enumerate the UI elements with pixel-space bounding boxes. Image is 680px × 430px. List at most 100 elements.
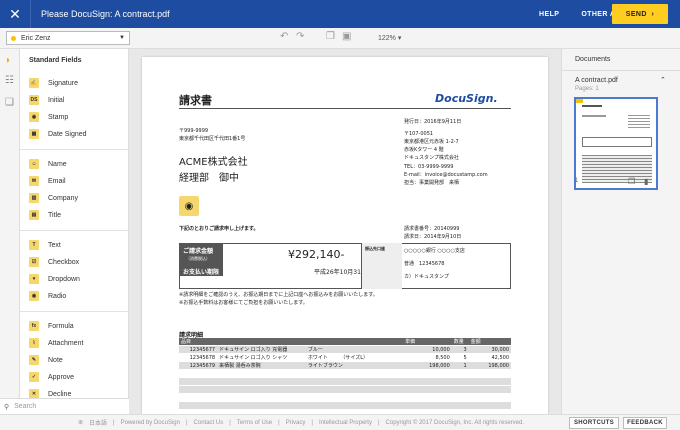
issue-date: 発行日：2016年9月11日: [404, 119, 462, 125]
table-header: 品目 単価 数量 金額: [179, 338, 511, 346]
field-date-signed[interactable]: ▦ Date Signed: [29, 127, 87, 141]
invoice-items-table: 品目 単価 数量 金額 12345677 ドキュサイン ロゴ入り 充電器 ブルー 10…: [179, 338, 511, 410]
field-radio[interactable]: ◉ Radio: [29, 289, 66, 303]
formula-icon: fx: [29, 321, 39, 331]
table-row: [179, 385, 511, 394]
fields-tool-icon[interactable]: ◗: [5, 55, 11, 66]
top-bar: ✕ Please DocuSign: A contract.pdf HELP O…: [0, 0, 680, 28]
feedback-button[interactable]: FEEDBACK: [623, 417, 667, 429]
privacy-link[interactable]: Privacy: [286, 420, 306, 426]
note-2: ※お振込手数料はお客様にてご負担をお願いいたします。: [179, 300, 308, 306]
sender-address2: 赤坂Kタワー 4 階: [404, 147, 444, 153]
field-text[interactable]: T Text: [29, 238, 61, 252]
table-row: [179, 401, 511, 410]
radio-icon: ◉: [29, 291, 39, 301]
sender-address1: 東京都港区元赤坂 1-2-7: [404, 139, 459, 145]
field-company[interactable]: ▥ Company: [29, 191, 78, 205]
recipient-select[interactable]: Eric Zenz ▼: [6, 31, 130, 45]
ip-link[interactable]: Intellectual Property: [319, 420, 372, 426]
table-row: [179, 377, 511, 386]
footer: ⊕ 日本語 | Powered by DocuSign | Contact Us…: [0, 414, 680, 430]
id-card-icon: ▤: [29, 210, 39, 220]
field-signature[interactable]: ✍ Signature: [29, 76, 78, 90]
toolbar: Eric Zenz ▼ ↶ ↷ ❐ ▣ 122% ▾: [0, 28, 680, 49]
redo-icon[interactable]: ↷: [296, 31, 304, 42]
dropdown-icon: ▾: [29, 274, 39, 284]
copy-icon[interactable]: ❐: [326, 31, 335, 42]
note-icon: ✎: [29, 355, 39, 365]
terms-link[interactable]: Terms of Use: [237, 420, 272, 426]
bank-holder: カ）ドキュスタンプ: [404, 274, 449, 280]
thumbnail-page-number: 1: [575, 178, 579, 184]
paperclip-icon: ⌇: [29, 338, 39, 348]
chevron-right-icon: ›: [651, 10, 655, 18]
amount-value: ¥292,140-: [288, 248, 345, 261]
text-icon: T: [29, 240, 39, 250]
stamp-icon: ◉: [184, 200, 194, 212]
invoice-date: 請求日：2014年9月10日: [404, 234, 462, 240]
initial-icon: DS: [29, 95, 39, 105]
thumbs-up-icon: ✓: [29, 372, 39, 382]
help-button[interactable]: HELP: [539, 11, 559, 18]
panel-heading: Standard Fields: [29, 57, 82, 64]
field-dropdown[interactable]: ▾ Dropdown: [29, 272, 80, 286]
field-search[interactable]: ⚲ Search: [0, 398, 129, 414]
field-name[interactable]: ☺ Name: [29, 157, 67, 171]
tool-rail: ◗ ☷ ❏: [0, 49, 20, 430]
chevron-up-icon[interactable]: ⌃: [660, 76, 666, 84]
due-date: 平成26年10月31日: [314, 269, 367, 276]
recipient-dept: 経理部 御中: [179, 173, 239, 184]
table-row: 12345679 来栖製 湯呑み茶碗 ライトブラウン 198,000 1 198,000: [179, 361, 511, 370]
window-title: Please DocuSign: A contract.pdf: [41, 9, 170, 19]
sender-email: E-mail：invoice@docustamp.com: [404, 172, 488, 178]
building-icon: ▥: [29, 193, 39, 203]
paste-icon[interactable]: ▣: [342, 31, 351, 42]
undo-icon[interactable]: ↶: [280, 31, 288, 42]
email-icon: ✉: [29, 176, 39, 186]
zoom-select[interactable]: 122% ▾: [378, 34, 401, 42]
page-count: Pages: 1: [575, 86, 599, 92]
stamp-field[interactable]: ◉: [179, 196, 199, 216]
field-initial[interactable]: DS Initial: [29, 93, 64, 107]
field-stamp[interactable]: ◉ Stamp: [29, 110, 68, 124]
shortcuts-button[interactable]: SHORTCUTS: [569, 417, 619, 429]
bank-name: ○○○○○銀行 ○○○○支店: [404, 248, 465, 254]
sender-postal: 〒107-0051: [404, 131, 434, 137]
language-link[interactable]: 日本語: [89, 418, 107, 427]
table-row: 12345678 ドキュサイン ロゴ入り シャツ ホワイト （サイズL） 8,500 5…: [179, 353, 511, 362]
field-approve[interactable]: ✓ Approve: [29, 370, 74, 384]
settings-tool-icon[interactable]: ☷: [5, 75, 14, 86]
field-title[interactable]: ▤ Title: [29, 208, 61, 222]
note-1: ※請求明細をご確認のうえ、お振込期日までに上記口座へお振込みをお願いいたします。: [179, 292, 378, 298]
powered-by-link[interactable]: Powered by DocuSign: [121, 420, 180, 426]
pages-tool-icon[interactable]: ❏: [5, 97, 14, 108]
recipient-company: ACME株式会社: [179, 157, 248, 168]
intro-text: 下記のとおりご請求申し上げます。: [179, 226, 259, 232]
sender-person: 担当：事業開発部 来栖: [404, 180, 460, 186]
document-page[interactable]: 請求書 DocuSign. 発行日：2016年9月11日 〒999-9999 東…: [142, 57, 548, 414]
chevron-down-icon: ▼: [119, 35, 125, 41]
recipient-postal: 〒999-9999: [179, 128, 209, 134]
table-row: [179, 393, 511, 402]
send-button[interactable]: SEND ›: [612, 4, 668, 24]
documents-heading: Documents: [562, 49, 680, 71]
document-canvas[interactable]: 請求書 DocuSign. 発行日：2016年9月11日 〒999-9999 東…: [129, 49, 561, 414]
close-icon[interactable]: ✕: [0, 6, 30, 23]
field-formula[interactable]: fx Formula: [29, 319, 74, 333]
table-row: [179, 369, 511, 378]
search-icon: ⚲: [4, 403, 10, 411]
field-email[interactable]: ✉ Email: [29, 174, 66, 188]
field-checkbox[interactable]: ☑ Checkbox: [29, 255, 79, 269]
trash-icon[interactable]: ▮: [644, 177, 648, 186]
document-name[interactable]: A contract.pdf: [575, 77, 618, 84]
docusign-app: ✕ Please DocuSign: A contract.pdf HELP O…: [0, 0, 680, 430]
contact-link[interactable]: Contact Us: [194, 420, 224, 426]
field-note[interactable]: ✎ Note: [29, 353, 63, 367]
sender-company: ドキュスタンプ株式会社: [404, 155, 459, 161]
recipient-color-dot: [11, 35, 16, 41]
table-row: 12345677 ドキュサイン ロゴ入り 充電器 ブルー 10,000 3 30,000: [179, 345, 511, 354]
person-icon: ☺: [29, 159, 39, 169]
copy-page-icon[interactable]: ❐: [628, 177, 635, 186]
field-attachment[interactable]: ⌇ Attachment: [29, 336, 83, 350]
doc-title: 請求書: [179, 94, 212, 107]
